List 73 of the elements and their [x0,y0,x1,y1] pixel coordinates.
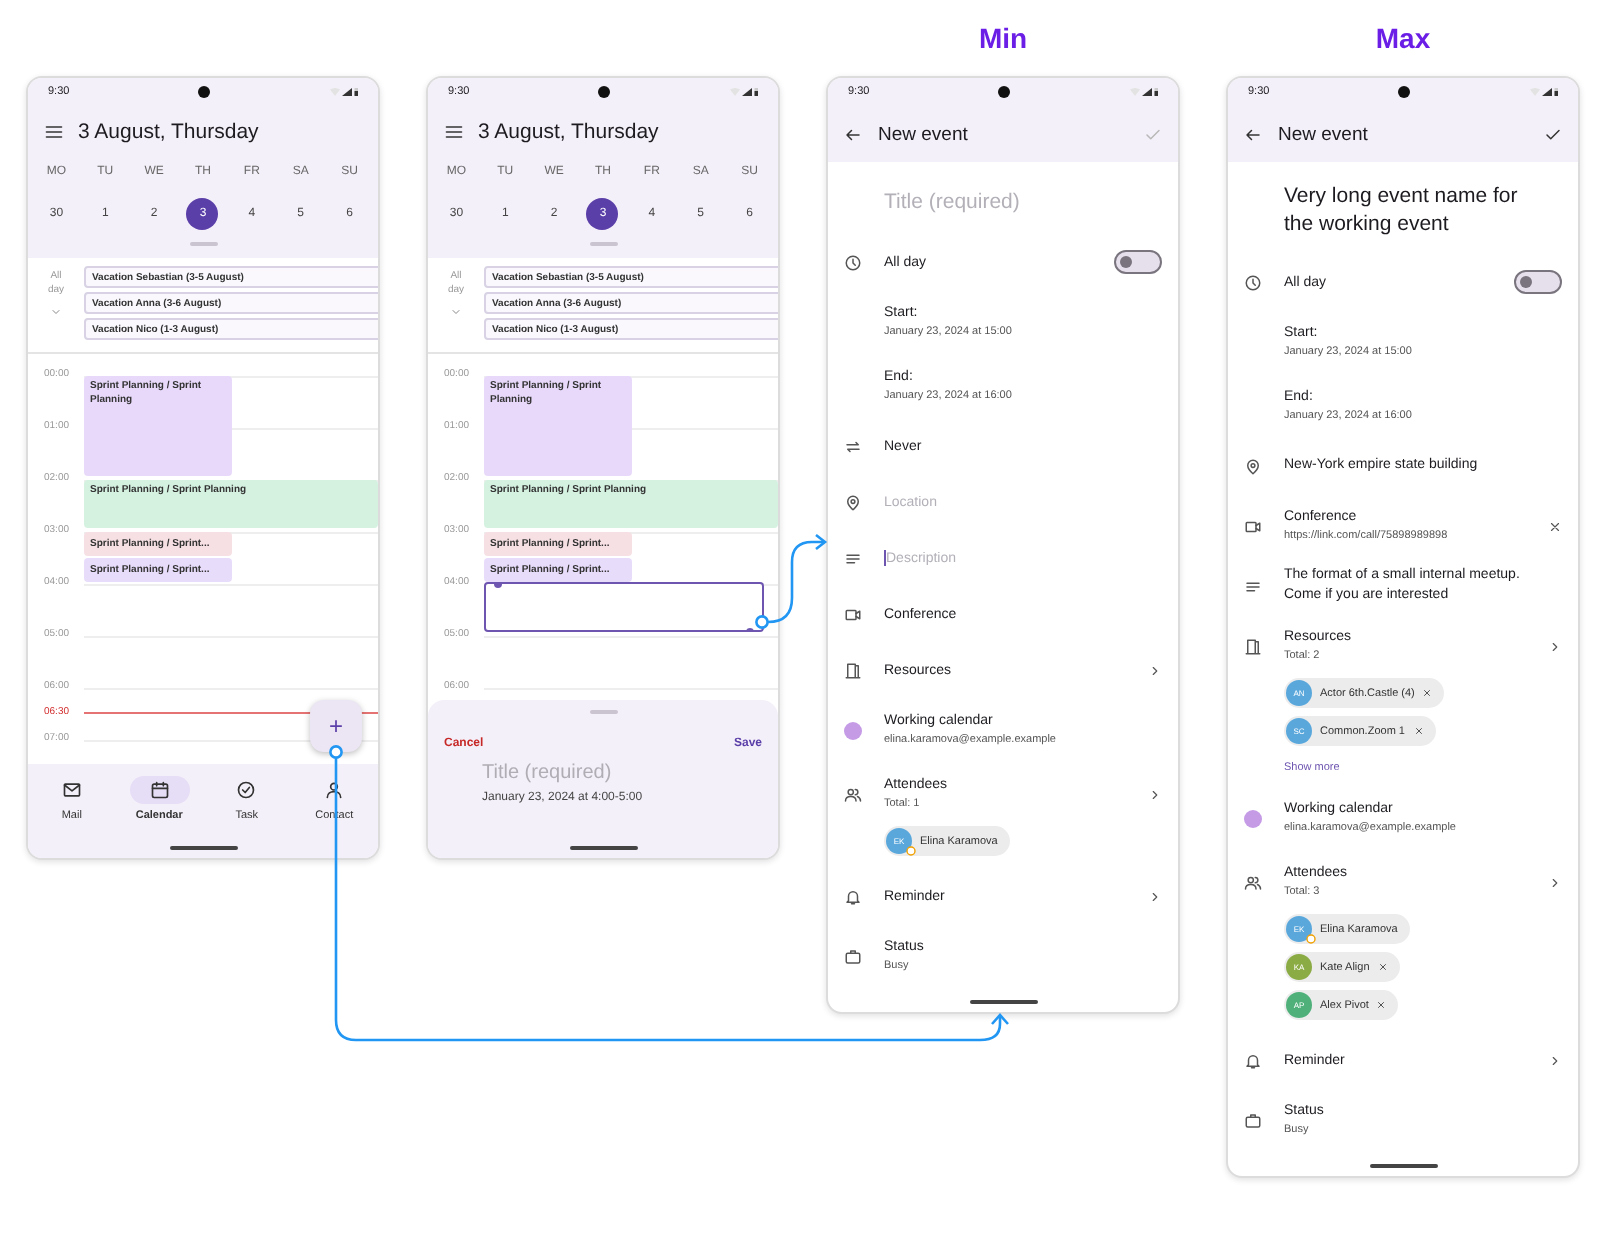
camera-dot [1397,86,1409,98]
title-field[interactable]: Title (required) [482,762,742,784]
date-title: 3 August, Thursday [478,120,659,144]
home-indicator [969,1000,1037,1004]
back-icon[interactable] [1244,125,1262,143]
text-lines-icon [1244,577,1262,595]
clock-icon [1244,273,1262,291]
door-icon [1244,637,1262,655]
location-pin-icon [844,493,862,511]
organizer-badge [1306,934,1316,944]
text-cursor [884,550,886,566]
battery-icon [753,88,758,96]
column-heading: Min [978,22,1028,54]
door-icon [844,661,862,679]
person-icon[interactable] [324,780,345,800]
people-icon [1244,873,1262,891]
title-field[interactable]: Title (required) [884,188,1164,216]
new-event-selection[interactable] [484,582,764,632]
repeat-icon [844,437,862,455]
chevron-right-icon[interactable] [1148,787,1162,801]
video-camera-icon [1244,517,1262,535]
screen-title: New event [878,123,970,145]
date-title: 3 August, Thursday [78,120,259,144]
battery-icon [1153,88,1158,96]
camera-dot [597,86,609,98]
chevron-right-icon[interactable] [1148,889,1162,903]
chevron-right-icon[interactable] [1148,663,1162,677]
title-field[interactable]: Very long event name for the working event [1284,182,1534,238]
check-circle-icon[interactable] [236,780,257,800]
remove-icon[interactable] [1422,688,1433,698]
remove-icon[interactable] [1413,726,1423,736]
drag-handle[interactable] [189,242,217,246]
menu-icon[interactable] [444,122,464,142]
signal-icon [1541,88,1551,96]
camera-dot [997,86,1009,98]
bell-icon [844,887,862,905]
bell-icon [1244,1051,1262,1069]
column-heading: Max [1375,22,1431,54]
battery-icon [1553,88,1558,96]
drag-handle[interactable] [589,710,617,714]
people-icon [844,785,862,803]
signal-icon [1141,88,1151,96]
location-pin-icon [1244,457,1262,475]
chevron-right-icon[interactable] [1548,639,1562,653]
toggle-switch[interactable] [1114,250,1162,274]
calendar-icon[interactable] [149,780,170,800]
signal-icon [341,88,351,96]
close-icon[interactable] [1548,519,1562,533]
text-lines-icon [844,549,862,567]
home-indicator [569,846,637,850]
camera-dot [197,86,209,98]
clock-icon [844,253,862,271]
chevron-right-icon[interactable] [1548,875,1562,889]
toggle-switch[interactable] [1514,270,1562,294]
battery-icon [353,88,358,96]
chevron-right-icon[interactable] [1548,1053,1562,1067]
screen-title: New event [1278,123,1370,145]
remove-icon[interactable] [1377,962,1388,972]
check-icon[interactable] [1144,125,1162,143]
mail-icon[interactable] [61,780,82,800]
home-indicator [169,846,237,850]
home-indicator [1369,1164,1437,1168]
signal-icon [741,88,751,96]
remove-icon[interactable] [1376,1000,1387,1010]
video-camera-icon [844,605,862,623]
check-icon[interactable] [1544,125,1562,143]
organizer-badge [906,846,916,856]
briefcase-icon [844,947,862,965]
back-icon[interactable] [844,125,862,143]
drag-handle[interactable] [589,242,617,246]
menu-icon[interactable] [44,122,64,142]
briefcase-icon [1244,1111,1262,1129]
add-button[interactable]: + [310,700,362,752]
